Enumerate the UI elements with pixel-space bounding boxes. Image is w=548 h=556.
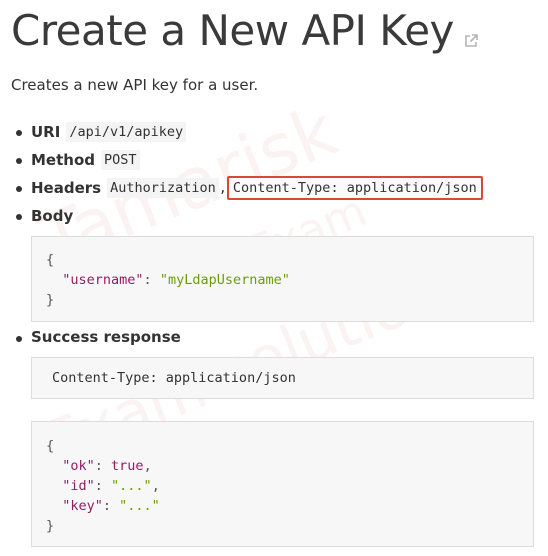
list-item-method: Method POST [11, 146, 483, 174]
json-value-username: "myLdapUsername" [159, 272, 290, 288]
code-brace-open: { [46, 252, 55, 268]
external-link-icon[interactable] [464, 7, 478, 61]
uri-label: URI [31, 123, 61, 141]
headers-label: Headers [31, 179, 102, 197]
intro-text: Creates a new API key for a user. [11, 76, 259, 94]
success-response-label: Success response [11, 328, 181, 346]
body-label: Body [31, 207, 74, 225]
header-content-type: Content-Type: application/json [226, 176, 483, 200]
field-list: URI /api/v1/apikey Method POST Headers A… [11, 118, 483, 230]
header-authorization: Authorization [107, 178, 219, 198]
success-body-block: { "ok": true, "id": "...", "key": "..." … [31, 421, 534, 547]
method-label: Method [31, 151, 95, 169]
json-value-id: "..." [111, 478, 152, 494]
json-key-key: "key" [62, 498, 103, 514]
resp-brace-open: { [46, 438, 55, 454]
page-title-text: Create a New API Key [11, 6, 454, 55]
list-item-body: Body [11, 202, 483, 230]
json-value-ok: true [111, 458, 144, 474]
code-brace-close: } [46, 292, 55, 308]
list-item-uri: URI /api/v1/apikey [11, 118, 483, 146]
resp-brace-close: } [46, 518, 55, 534]
page-title: Create a New API Key [11, 4, 478, 61]
json-value-key: "..." [119, 498, 160, 514]
body-code-block: { "username": "myLdapUsername" } [31, 236, 534, 322]
json-key-username: "username" [62, 272, 144, 288]
header-separator: , [218, 180, 227, 196]
success-header-line: Content-Type: application/json [52, 370, 296, 386]
json-key-ok: "ok" [62, 458, 95, 474]
method-value: POST [101, 150, 140, 170]
success-header-block: Content-Type: application/json [31, 357, 534, 399]
code-colon: : [143, 272, 160, 288]
json-key-id: "id" [62, 478, 95, 494]
uri-value: /api/v1/apikey [66, 122, 187, 142]
list-item-headers: Headers Authorization, Content-Type: appl… [11, 174, 483, 202]
